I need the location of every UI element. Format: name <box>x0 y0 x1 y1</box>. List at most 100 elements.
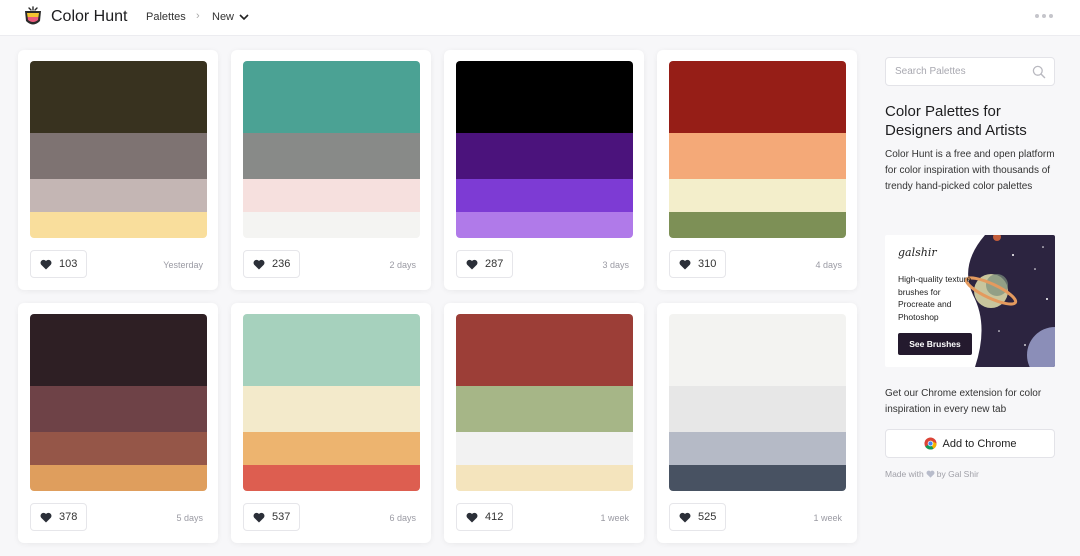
add-to-chrome-button[interactable]: Add to Chrome <box>885 429 1055 458</box>
palette-card: 412 1 week <box>444 303 644 543</box>
color-swatch[interactable] <box>669 61 846 133</box>
heart-icon <box>679 259 691 269</box>
palette-swatches[interactable] <box>30 61 207 238</box>
color-swatch[interactable] <box>456 465 633 491</box>
heart-icon <box>40 259 52 269</box>
like-button[interactable]: 103 <box>30 250 87 278</box>
nav-new-dropdown[interactable]: New <box>212 11 234 23</box>
like-count: 287 <box>485 258 504 270</box>
palette-date: 4 days <box>815 260 842 270</box>
palette-date: 6 days <box>389 513 416 523</box>
heart-icon <box>466 259 478 269</box>
made-with-prefix: Made with <box>885 469 924 479</box>
heart-icon <box>253 259 265 269</box>
color-swatch[interactable] <box>456 212 633 238</box>
extension-promo-text: Get our Chrome extension for color inspi… <box>885 388 1042 415</box>
search-input[interactable] <box>886 58 1026 85</box>
palette-card: 525 1 week <box>657 303 857 543</box>
color-swatch[interactable] <box>456 179 633 212</box>
top-bar: Color Hunt Palettes › New <box>0 0 1080 36</box>
like-button[interactable]: 287 <box>456 250 513 278</box>
color-swatch[interactable] <box>669 465 846 491</box>
palette-date: 3 days <box>602 260 629 270</box>
ad-text: High-quality texture brushes for Procrea… <box>898 274 972 322</box>
color-swatch[interactable] <box>243 432 420 465</box>
color-swatch[interactable] <box>456 61 633 133</box>
like-count: 378 <box>59 511 78 523</box>
color-swatch[interactable] <box>456 432 633 465</box>
color-swatch[interactable] <box>669 212 846 238</box>
color-swatch[interactable] <box>669 179 846 212</box>
color-swatch[interactable] <box>669 386 846 432</box>
heart-icon <box>253 512 265 522</box>
color-swatch[interactable] <box>30 314 207 386</box>
heart-icon <box>679 512 691 522</box>
color-swatch[interactable] <box>243 386 420 432</box>
color-swatch[interactable] <box>669 133 846 179</box>
made-with-suffix[interactable]: by Gal Shir <box>937 469 979 479</box>
color-swatch[interactable] <box>456 133 633 179</box>
like-count: 310 <box>698 258 717 270</box>
logo-icon[interactable] <box>22 5 44 29</box>
palette-date: 1 week <box>813 513 842 523</box>
palette-date: 1 week <box>600 513 629 523</box>
palette-swatches[interactable] <box>456 61 633 238</box>
color-swatch[interactable] <box>243 212 420 238</box>
palette-swatches[interactable] <box>243 61 420 238</box>
more-dot <box>1042 14 1046 18</box>
palette-date: 2 days <box>389 260 416 270</box>
search-icon[interactable] <box>1032 65 1046 79</box>
like-count: 236 <box>272 258 291 270</box>
palette-date: Yesterday <box>163 260 203 270</box>
like-button[interactable]: 378 <box>30 503 87 531</box>
color-swatch[interactable] <box>30 432 207 465</box>
color-swatch[interactable] <box>30 61 207 133</box>
palette-swatches[interactable] <box>456 314 633 491</box>
heart-icon <box>926 470 935 478</box>
color-swatch[interactable] <box>669 314 846 386</box>
heart-icon <box>466 512 478 522</box>
like-button[interactable]: 525 <box>669 503 726 531</box>
color-swatch[interactable] <box>243 61 420 133</box>
palette-card: 287 3 days <box>444 50 644 290</box>
color-swatch[interactable] <box>30 465 207 491</box>
color-swatch[interactable] <box>669 432 846 465</box>
palette-card: 537 6 days <box>231 303 431 543</box>
add-to-chrome-label: Add to Chrome <box>942 437 1017 450</box>
color-swatch[interactable] <box>30 386 207 432</box>
see-brushes-button[interactable]: See Brushes <box>898 333 972 355</box>
palette-swatches[interactable] <box>243 314 420 491</box>
color-swatch[interactable] <box>243 314 420 386</box>
color-swatch[interactable] <box>456 386 633 432</box>
more-dot <box>1049 14 1053 18</box>
color-swatch[interactable] <box>30 179 207 212</box>
palette-card: 103 Yesterday <box>18 50 218 290</box>
palette-swatches[interactable] <box>30 314 207 491</box>
nav-palettes-link[interactable]: Palettes <box>146 11 186 23</box>
palette-swatches[interactable] <box>669 314 846 491</box>
color-swatch[interactable] <box>30 133 207 179</box>
color-swatch[interactable] <box>456 314 633 386</box>
like-button[interactable]: 537 <box>243 503 300 531</box>
made-with-credit: Made with by Gal Shir <box>885 469 979 479</box>
color-swatch[interactable] <box>243 133 420 179</box>
palette-swatches[interactable] <box>669 61 846 238</box>
brushes-ad[interactable]: galshir High-quality texture brushes for… <box>885 235 1055 367</box>
chevron-down-icon[interactable] <box>239 13 249 21</box>
palette-date: 5 days <box>176 513 203 523</box>
more-dot <box>1035 14 1039 18</box>
like-button[interactable]: 412 <box>456 503 513 531</box>
color-swatch[interactable] <box>30 212 207 238</box>
chrome-icon <box>923 437 937 450</box>
sidebar-title: Color Palettes for Designers and Artists <box>885 103 1027 139</box>
search-box[interactable] <box>885 57 1055 86</box>
more-menu-button[interactable] <box>1035 14 1053 18</box>
palette-card: 236 2 days <box>231 50 431 290</box>
like-button[interactable]: 236 <box>243 250 300 278</box>
brand-name[interactable]: Color Hunt <box>51 8 127 26</box>
like-count: 412 <box>485 511 504 523</box>
color-swatch[interactable] <box>243 179 420 212</box>
like-count: 103 <box>59 258 78 270</box>
color-swatch[interactable] <box>243 465 420 491</box>
like-button[interactable]: 310 <box>669 250 726 278</box>
